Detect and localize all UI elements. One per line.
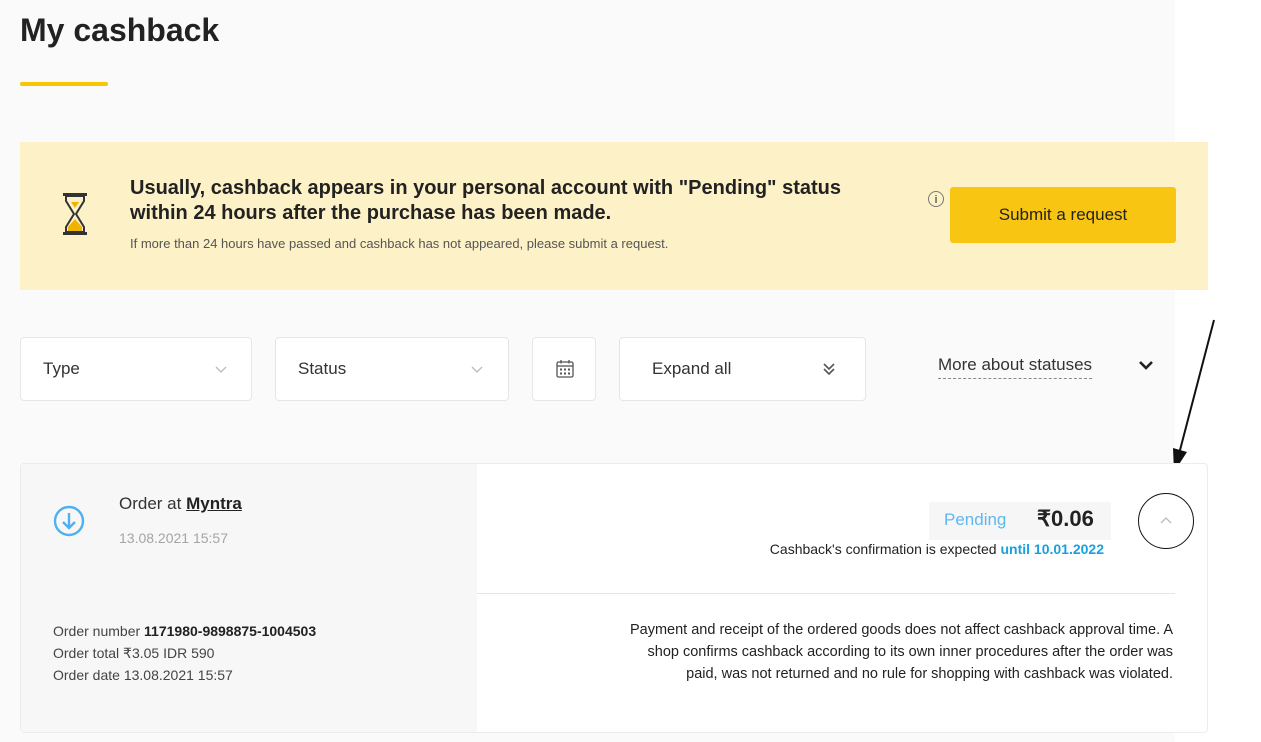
- title-underline: [20, 82, 108, 86]
- status-badge: Pending: [944, 510, 1007, 529]
- expand-all-button[interactable]: Expand all: [619, 337, 866, 401]
- page-title: My cashback: [20, 12, 220, 48]
- order-number-row: Order number 1171980-9898875-1004503: [53, 620, 316, 642]
- chevron-down-icon[interactable]: [1137, 358, 1155, 372]
- order-card: Order at Myntra 13.08.2021 15:57 Order n…: [20, 463, 1208, 733]
- chevron-up-icon: [1160, 517, 1172, 524]
- annotation-arrow: [1173, 319, 1215, 472]
- cashback-note: Payment and receipt of the ordered goods…: [629, 622, 1173, 682]
- divider: [477, 593, 1175, 594]
- order-total-row: Order total ₹3.05 IDR 590: [53, 642, 316, 664]
- type-filter-dropdown[interactable]: Type: [20, 337, 252, 401]
- order-title-prefix: Order at: [119, 494, 182, 513]
- expand-all-label: Expand all: [652, 359, 732, 378]
- chevron-down-icon: [471, 366, 483, 373]
- info-banner: Usually, cashback appears in your person…: [20, 142, 1208, 290]
- status-filter-dropdown[interactable]: Status: [275, 337, 509, 401]
- chevron-down-icon: [215, 366, 227, 373]
- calendar-icon: [556, 360, 574, 378]
- date-filter-button[interactable]: [532, 337, 596, 401]
- order-date-value: 13.08.2021 15:57: [123, 667, 233, 683]
- confirmation-text: Cashback's confirmation is expected unti…: [770, 541, 1104, 557]
- collapse-button[interactable]: [1138, 493, 1194, 549]
- order-date-label: Order date: [53, 667, 120, 683]
- hourglass-icon: [63, 193, 87, 235]
- cashback-amount: ₹0.06: [1037, 506, 1094, 531]
- order-timestamp: 13.08.2021 15:57: [119, 530, 228, 546]
- order-summary-panel: Order at Myntra 13.08.2021 15:57 Order n…: [21, 464, 477, 732]
- order-number-label: Order number: [53, 623, 141, 639]
- info-icon[interactable]: i: [928, 191, 944, 207]
- status-filter-label: Status: [298, 359, 347, 378]
- more-about-statuses-link[interactable]: More about statuses: [938, 355, 1093, 379]
- banner-subtext: If more than 24 hours have passed and ca…: [130, 236, 669, 251]
- double-chevron-down-icon: [823, 363, 835, 376]
- confirmation-prefix: Cashback's confirmation is expected: [769, 541, 997, 557]
- submit-request-button[interactable]: Submit a request: [950, 187, 1176, 243]
- order-title: Order at Myntra: [119, 494, 242, 514]
- order-total-value: ₹3.05 IDR 590: [123, 645, 215, 661]
- arrow-down-circle-icon: [53, 505, 85, 537]
- confirmation-date: until 10.01.2022: [1000, 541, 1104, 557]
- type-filter-label: Type: [43, 359, 80, 378]
- shop-link[interactable]: Myntra: [186, 494, 242, 513]
- order-number-value: 1171980-9898875-1004503: [144, 623, 317, 639]
- order-date-row: Order date 13.08.2021 15:57: [53, 664, 316, 686]
- banner-headline: Usually, cashback appears in your person…: [130, 177, 842, 224]
- order-details: Order number 1171980-9898875-1004503 Ord…: [53, 620, 316, 686]
- order-total-label: Order total: [53, 645, 120, 661]
